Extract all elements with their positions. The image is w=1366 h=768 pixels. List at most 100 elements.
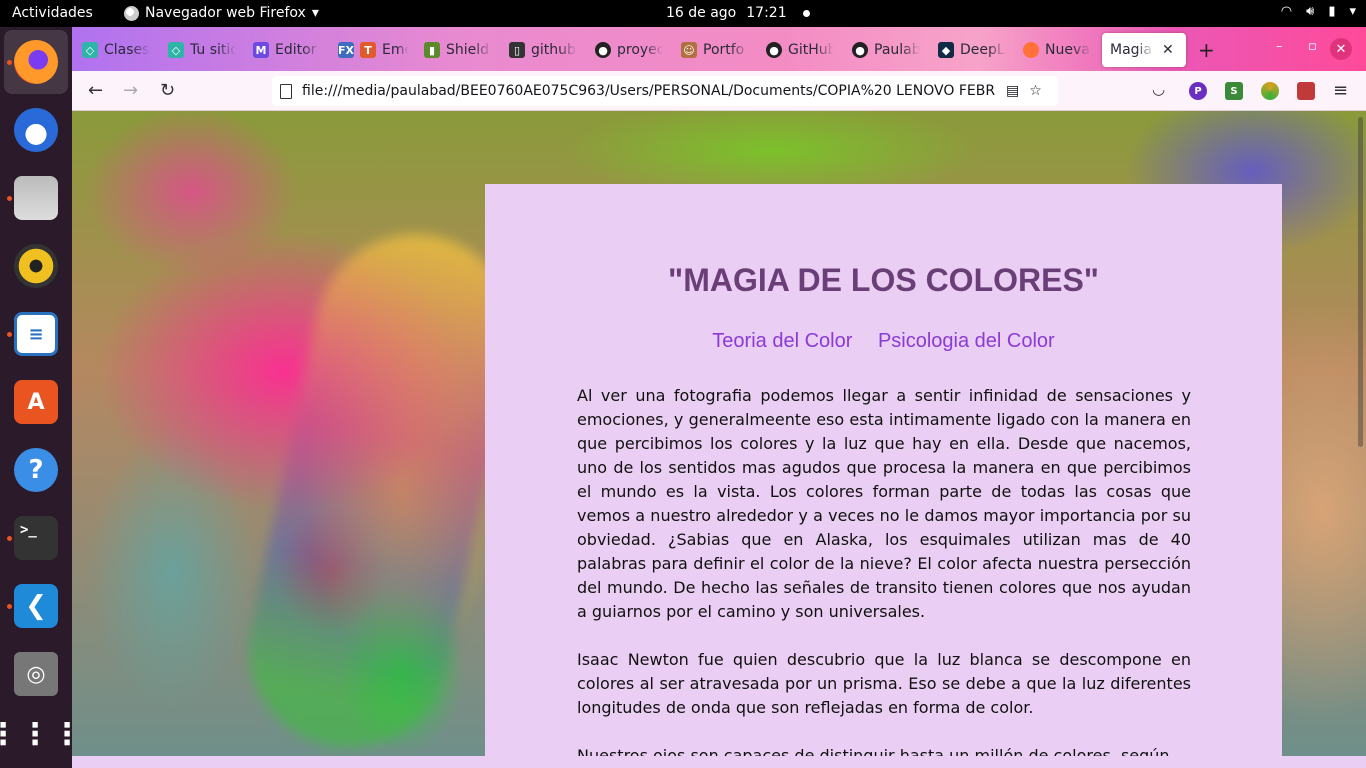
tab-favicon: ◇ — [168, 42, 184, 58]
dock-rhythmbox[interactable] — [4, 234, 68, 298]
system-tray[interactable]: ◠ 🔊︎ ▮ ▾ — [1281, 4, 1356, 19]
firefox-icon — [1023, 42, 1039, 58]
tab-title: Nueva — [1045, 42, 1090, 58]
help-icon: ? — [14, 448, 58, 492]
tab-favicon: FX — [338, 42, 354, 58]
tab-deepl[interactable]: ◆ DeepL — [938, 33, 1006, 67]
tab-github-1[interactable]: ▯ github — [509, 33, 577, 67]
tab-tu-sitio[interactable]: ◇ Tu sitio — [168, 33, 236, 67]
tab-favicon: T — [360, 42, 376, 58]
forward-button[interactable]: → — [123, 80, 138, 101]
chevron-down-icon: ▾ — [1349, 4, 1356, 19]
navigation-toolbar: ← → ↻ file:///media/paulabad/BEE0760AE07… — [72, 71, 1366, 111]
content-card: "MAGIA DE LOS COLORES" Teoria del Color … — [485, 184, 1282, 756]
scrollbar-thumb[interactable] — [1358, 117, 1363, 447]
tab-favicon: ◇ — [82, 42, 98, 58]
chevron-down-icon: ▾ — [311, 5, 319, 21]
tab-favicon: M — [253, 42, 269, 58]
new-tab-button[interactable]: + — [1198, 38, 1215, 62]
running-indicator — [7, 196, 12, 201]
show-apps-icon: ⋮⋮⋮ — [0, 716, 84, 752]
tab-clases[interactable]: ◇ Clases — [82, 33, 150, 67]
github-icon: ● — [766, 42, 782, 58]
dock-app-center[interactable]: A — [4, 370, 68, 434]
minimize-button[interactable]: – — [1276, 39, 1283, 54]
reload-button[interactable]: ↻ — [160, 80, 175, 101]
tab-title: github — [531, 42, 576, 58]
tab-editor[interactable]: M Editor — [253, 33, 321, 67]
close-tab-icon[interactable]: ✕ — [1162, 42, 1174, 58]
app-center-icon: A — [14, 380, 58, 424]
running-indicator — [7, 604, 12, 609]
tab-title: Clases — [104, 42, 150, 58]
dock-disk[interactable]: ◎ — [4, 642, 68, 706]
nav-link-psicologia[interactable]: Psicologia del Color — [878, 330, 1055, 352]
article-body: Al ver una fotografia podemos llegar a s… — [577, 384, 1191, 756]
app-menu[interactable]: Navegador web Firefox ▾ — [124, 5, 319, 21]
firefox-window: ◇ Clases ◇ Tu sitio M Editor FX T Emo ▮ Shield… — [72, 27, 1366, 768]
dock-help[interactable]: ? — [4, 438, 68, 502]
dock-files[interactable] — [4, 166, 68, 230]
pocket-icon[interactable]: ◡ — [1152, 80, 1165, 98]
rhythmbox-icon — [14, 244, 58, 288]
tab-title: GitHub — [788, 42, 834, 58]
wifi-icon: ◠ — [1280, 4, 1293, 19]
reader-view-icon[interactable]: ▤ — [1006, 83, 1019, 99]
tab-favicon: ▮ — [424, 42, 440, 58]
dock-thunderbird[interactable] — [4, 98, 68, 162]
nav-link-teoria[interactable]: Teoria del Color — [712, 330, 852, 352]
libreoffice-writer-icon: ≡ — [14, 312, 58, 356]
date: 16 de ago — [666, 5, 737, 21]
menu-icon[interactable]: ≡ — [1333, 80, 1348, 101]
dock-writer[interactable]: ≡ — [4, 302, 68, 366]
terminal-icon: >_ — [14, 516, 58, 560]
back-button[interactable]: ← — [88, 80, 103, 101]
github-icon: ● — [852, 42, 868, 58]
extension-icon[interactable]: S — [1225, 82, 1243, 100]
tab-nueva[interactable]: Nueva — [1023, 33, 1091, 67]
tab-title: DeepL — [960, 42, 1005, 58]
tab-title: Portfo — [703, 42, 745, 58]
bookmark-star-icon[interactable]: ☆ — [1029, 83, 1042, 99]
page-title: "MAGIA DE LOS COLORES" — [668, 262, 1099, 298]
tab-favicon: ☺ — [681, 42, 697, 58]
tab-favicon: ▯ — [509, 42, 525, 58]
github-icon: ● — [595, 42, 611, 58]
url-input[interactable]: file:///media/paulabad/BEE0760AE075C963/… — [302, 83, 996, 99]
devtools-icon[interactable] — [1297, 82, 1315, 100]
page-nav: Teoria del Color Psicologia del Color — [485, 330, 1282, 353]
running-indicator — [7, 332, 12, 337]
tab-strip: ◇ Clases ◇ Tu sitio M Editor FX T Emo ▮ Shield… — [72, 27, 1366, 71]
close-window-button[interactable]: ✕ — [1330, 38, 1352, 60]
url-bar[interactable]: file:///media/paulabad/BEE0760AE075C963/… — [272, 76, 1058, 106]
page-bottom — [72, 756, 1366, 768]
dock-show-apps[interactable]: ⋮⋮⋮ — [0, 702, 84, 766]
gnome-top-bar: Actividades Navegador web Firefox ▾ 16 d… — [0, 0, 1366, 27]
dock-vscode[interactable]: ❮ — [4, 574, 68, 638]
firefox-icon — [14, 40, 58, 84]
tab-proyec[interactable]: ● proyec — [595, 33, 663, 67]
vscode-icon: ❮ — [14, 584, 58, 628]
profile-icon[interactable]: P — [1189, 82, 1207, 100]
dock-firefox[interactable] — [4, 30, 68, 94]
tab-emo[interactable]: FX T Emo — [338, 33, 408, 67]
tab-title: Emo — [382, 42, 408, 58]
tab-paulab[interactable]: ● Paulab — [852, 33, 920, 67]
tab-shield[interactable]: ▮ Shield — [424, 33, 492, 67]
firefox-app-icon — [124, 5, 139, 21]
clock[interactable]: 16 de ago 17:21 — [666, 5, 810, 21]
battery-icon: ▮ — [1328, 4, 1336, 19]
tab-portfo[interactable]: ☺ Portfo — [681, 33, 749, 67]
running-indicator — [7, 536, 12, 541]
paragraph: Nuestros ojos son capaces de distinguir … — [577, 746, 1170, 756]
scrollbar[interactable] — [1354, 111, 1366, 756]
tab-title: Paulab — [874, 42, 920, 58]
maximize-button[interactable]: ▫ — [1308, 39, 1317, 54]
tab-github-2[interactable]: ● GitHub — [766, 33, 834, 67]
dock-terminal[interactable]: >_ — [4, 506, 68, 570]
activities-button[interactable]: Actividades — [12, 5, 93, 21]
color-picker-icon[interactable] — [1261, 82, 1279, 100]
page-viewport: "MAGIA DE LOS COLORES" Teoria del Color … — [72, 111, 1366, 756]
tab-title: proyec — [617, 42, 663, 58]
tab-magia-active[interactable]: Magia de ✕ — [1102, 33, 1186, 67]
